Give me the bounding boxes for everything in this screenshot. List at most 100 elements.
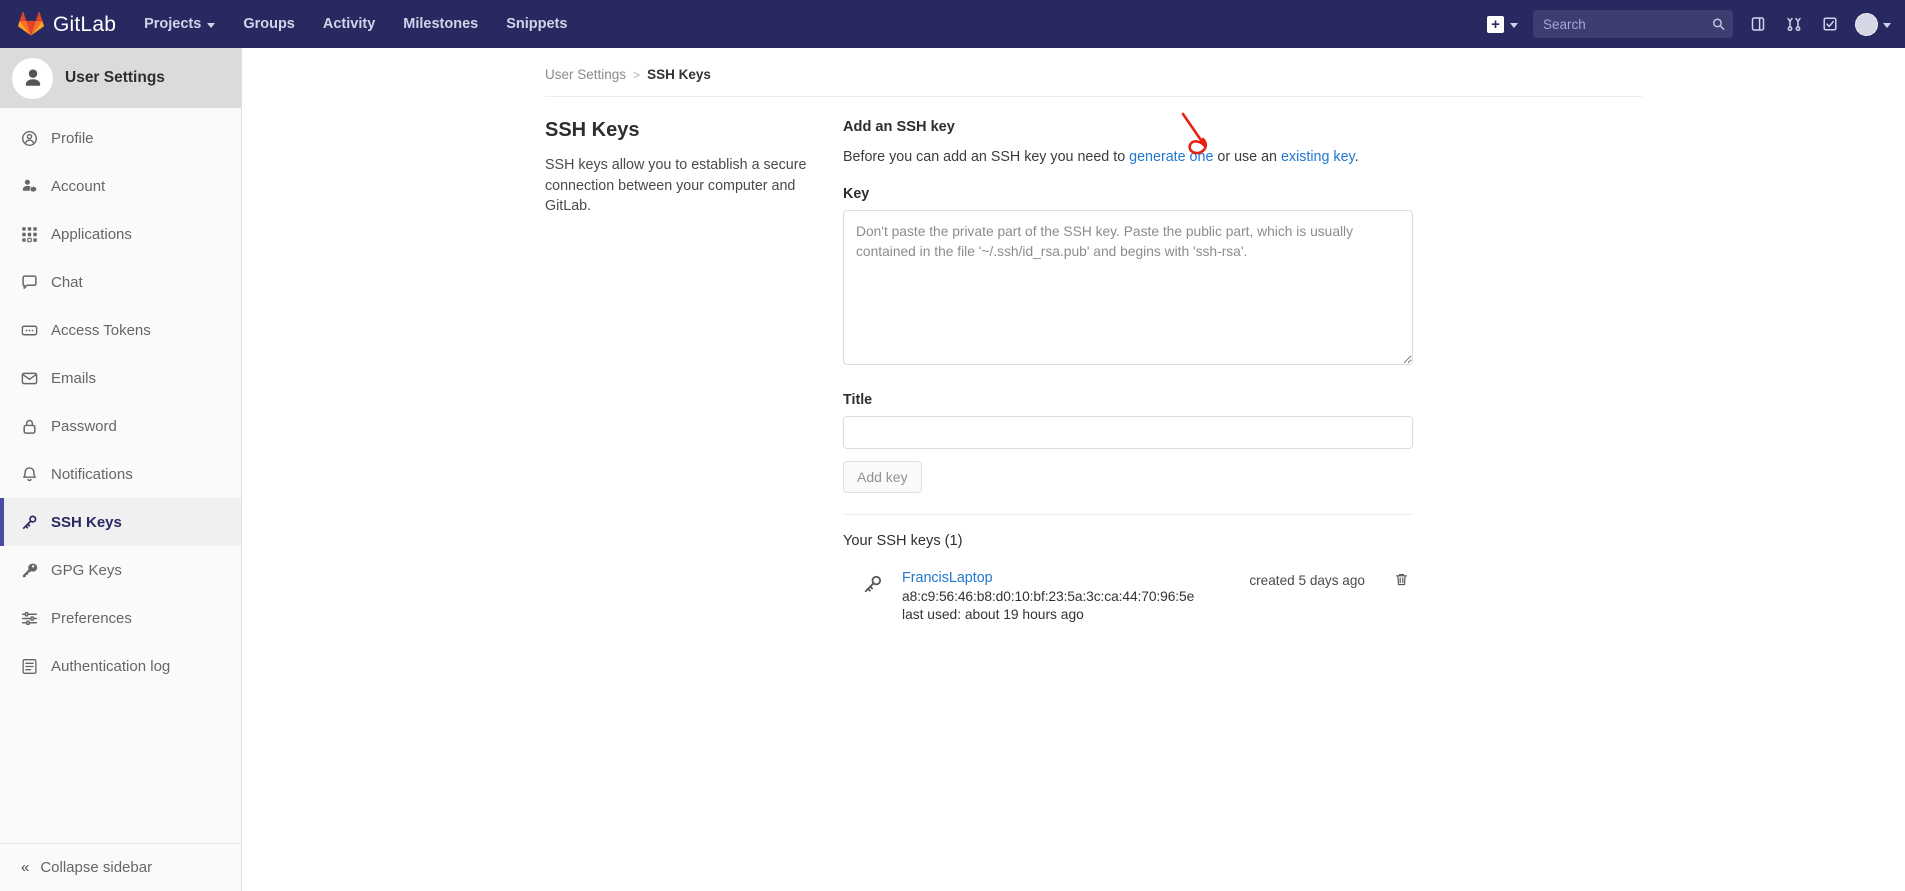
breadcrumb: User Settings > SSH Keys (242, 48, 1905, 82)
your-ssh-keys-heading: Your SSH keys (1) (843, 533, 963, 550)
key-icon (21, 514, 38, 531)
form-subtext-middle: or use an (1213, 149, 1281, 165)
collapse-sidebar-label: Collapse sidebar (40, 859, 153, 876)
sidebar-item-profile[interactable]: Profile (0, 114, 241, 162)
title-field-label: Title (843, 392, 873, 409)
brand-name: GitLab (53, 12, 117, 36)
form-subtext-before: Before you can add an SSH key you need t… (843, 149, 1130, 165)
key-created-at: created 5 days ago (1249, 573, 1365, 589)
breadcrumb-current: SSH Keys (647, 67, 711, 82)
sidebar-item-label: GPG Keys (51, 561, 122, 579)
nav-item-projects-label: Projects (144, 16, 202, 32)
sidebar-item-label: Password (51, 417, 117, 435)
sidebar-item-label: Profile (51, 129, 94, 147)
chevron-down-icon (1883, 22, 1891, 28)
sliders-icon (21, 610, 38, 627)
collapse-sidebar-button[interactable]: « Collapse sidebar (0, 843, 241, 891)
sidebar-item-preferences[interactable]: Preferences (0, 594, 241, 642)
sidebar-item-gpg-keys[interactable]: GPG Keys (0, 546, 241, 594)
nav-item-projects[interactable]: Projects (130, 0, 229, 48)
nav-item-milestones[interactable]: Milestones (389, 0, 492, 48)
sidebar-item-password[interactable]: Password (0, 402, 241, 450)
issues-glyph (1751, 17, 1765, 31)
form-heading: Add an SSH key (843, 119, 955, 135)
sidebar-item-chat[interactable]: Chat (0, 258, 241, 306)
add-key-button[interactable]: Add key (843, 461, 922, 494)
sidebar-item-label: Applications (51, 225, 132, 243)
settings-row: SSH Keys SSH keys allow you to establish… (242, 97, 1905, 622)
user-menu[interactable] (1849, 12, 1891, 36)
key-icon (862, 574, 884, 600)
search-input[interactable] (1533, 10, 1733, 38)
table-row: FrancisLaptop a8:c9:56:46:b8:d0:10:bf:23… (843, 549, 1413, 622)
sidebar-item-ssh-keys[interactable]: SSH Keys (0, 498, 241, 546)
new-item-dropdown[interactable]: + (1478, 8, 1527, 40)
navbar-left-group: GitLab Projects Groups Activity Mileston… (0, 0, 581, 48)
generate-one-link[interactable]: generate one (1129, 149, 1213, 165)
key-title-link[interactable]: FrancisLaptop (902, 570, 1249, 586)
account-icon (21, 178, 38, 195)
sidebar-item-label: SSH Keys (51, 513, 122, 531)
todos-icon[interactable] (1813, 7, 1847, 41)
top-navbar: GitLab Projects Groups Activity Mileston… (0, 0, 1905, 48)
bell-icon (21, 466, 38, 483)
breadcrumb-separator: > (633, 67, 641, 82)
log-icon (21, 658, 38, 675)
sidebar-item-access-tokens[interactable]: Access Tokens (0, 306, 241, 354)
sidebar-title: User Settings (65, 69, 165, 86)
sidebar-item-label: Emails (51, 369, 97, 387)
merge-glyph (1787, 17, 1801, 32)
key-last-used: last used: about 19 hours ago (902, 607, 1084, 623)
key-input[interactable] (843, 210, 1413, 366)
form-subtext: Before you can add an SSH key you need t… (843, 147, 1413, 167)
lock-icon (21, 418, 38, 435)
search-icon (1712, 18, 1725, 30)
sidebar-item-emails[interactable]: Emails (0, 354, 241, 402)
key-details: FrancisLaptop a8:c9:56:46:b8:d0:10:bf:23… (902, 570, 1249, 622)
sidebar-item-label: Chat (51, 273, 83, 291)
existing-key-link[interactable]: existing key (1281, 149, 1355, 165)
sidebar-item-applications[interactable]: Applications (0, 210, 241, 258)
sidebar-item-label: Access Tokens (51, 321, 151, 339)
sidebar-item-authentication-log[interactable]: Authentication log (0, 642, 241, 690)
keys-section-divider (843, 514, 1413, 516)
sidebar-nav-list: Profile Account Applications Chat Access… (0, 108, 241, 690)
chat-icon (21, 274, 38, 291)
nav-item-snippets[interactable]: Snippets (492, 0, 581, 48)
breadcrumb-parent[interactable]: User Settings (545, 67, 626, 82)
issues-icon[interactable] (1741, 7, 1775, 41)
key-icon (21, 562, 38, 579)
form-subtext-end: . (1354, 149, 1359, 165)
plus-icon: + (1487, 15, 1504, 33)
gitlab-home-link[interactable]: GitLab (0, 0, 130, 48)
settings-sidebar: User Settings Profile Account Applicatio… (0, 48, 242, 891)
key-fingerprint: a8:c9:56:46:b8:d0:10:bf:23:5a:3c:ca:44:7… (902, 589, 1195, 605)
title-input[interactable] (843, 416, 1413, 450)
navbar-right-group: + (1478, 0, 1905, 48)
sidebar-item-label: Notifications (51, 465, 133, 483)
merge-requests-icon[interactable] (1777, 7, 1811, 41)
chevron-double-left-icon: « (21, 859, 29, 876)
sidebar-item-account[interactable]: Account (0, 162, 241, 210)
sidebar-item-label: Preferences (51, 609, 132, 627)
navbar-menu: Projects Groups Activity Milestones Snip… (130, 0, 581, 48)
sidebar-avatar-icon (12, 57, 53, 99)
settings-description-column: SSH Keys SSH keys allow you to establish… (545, 119, 843, 622)
key-field-label: Key (843, 186, 870, 203)
chevron-down-icon (207, 22, 216, 28)
nav-item-activity[interactable]: Activity (309, 0, 389, 48)
todos-glyph (1823, 17, 1837, 31)
sidebar-header[interactable]: User Settings (0, 48, 241, 108)
nav-item-groups[interactable]: Groups (229, 0, 309, 48)
trash-icon[interactable] (1389, 572, 1413, 587)
sidebar-item-label: Authentication log (51, 657, 171, 675)
sidebar-item-notifications[interactable]: Notifications (0, 450, 241, 498)
user-glyph (25, 69, 40, 86)
applications-icon (21, 226, 38, 243)
ssh-key-form-column: Add an SSH key Before you can add an SSH… (843, 119, 1413, 622)
access-tokens-icon (21, 322, 38, 339)
page-title: SSH Keys (545, 119, 640, 141)
search-box[interactable] (1533, 10, 1733, 38)
chevron-down-icon (1510, 22, 1518, 28)
